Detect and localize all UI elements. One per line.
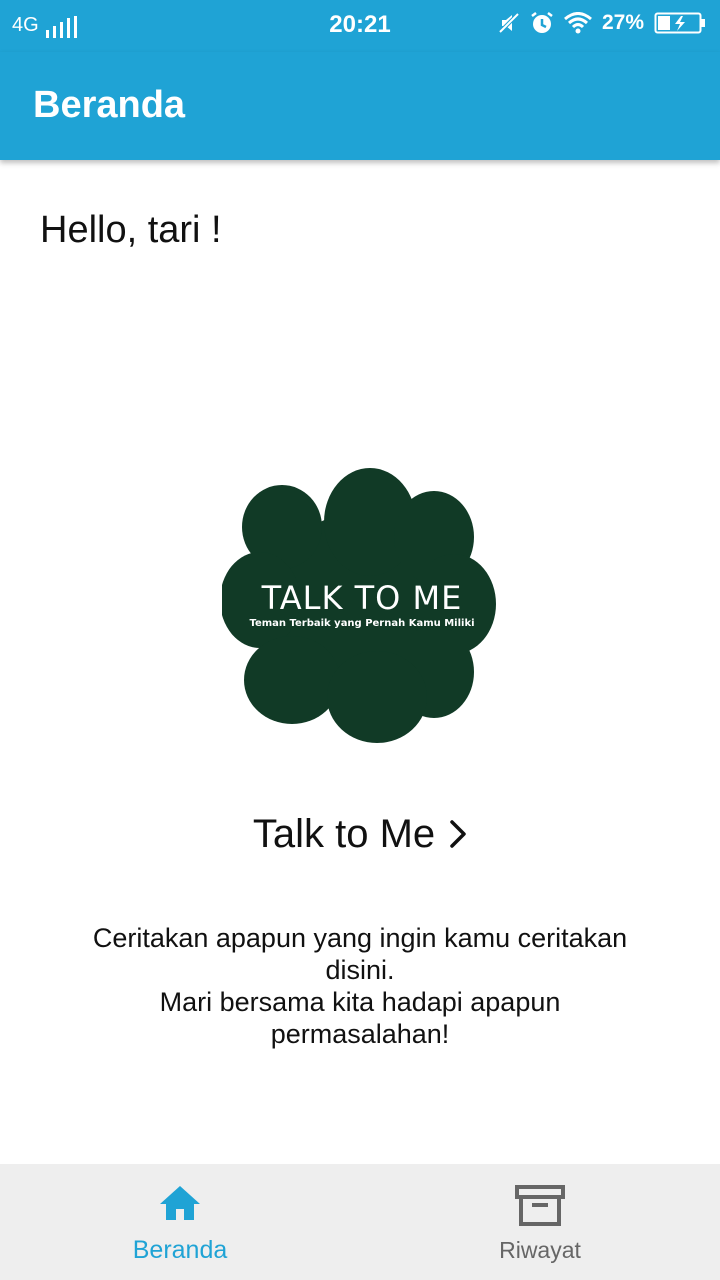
- wifi-icon: [564, 12, 592, 34]
- archive-icon: [515, 1185, 565, 1226]
- home-icon: [160, 1186, 200, 1220]
- status-right: 27%: [498, 11, 706, 35]
- greeting-text: Hello, tari !: [40, 209, 222, 251]
- talk-to-me-button[interactable]: Talk to Me: [0, 806, 720, 862]
- nav-label-beranda: Beranda: [132, 1236, 228, 1264]
- description-line-1: Ceritakan apapun yang ingin kamu ceritak…: [92, 923, 628, 985]
- app-bar: Beranda: [0, 52, 720, 160]
- alarm-icon: [531, 12, 553, 33]
- status-bar: 4G 20:21 27%: [0, 0, 720, 52]
- bottom-navigation: Beranda Riwayat: [0, 1164, 720, 1280]
- talk-to-me-label: Talk to Me: [252, 811, 436, 856]
- battery-percent: 27%: [601, 11, 644, 34]
- logo-tagline: Teman Terbaik yang Pernah Kamu Miliki: [249, 618, 474, 629]
- mute-icon: [498, 12, 520, 34]
- nav-label-riwayat: Riwayat: [499, 1237, 581, 1263]
- logo-title: TALK TO ME: [261, 579, 463, 617]
- battery-charging-icon: [654, 12, 705, 34]
- chevron-right-icon: [450, 820, 466, 848]
- nav-item-beranda[interactable]: Beranda: [0, 1164, 360, 1280]
- description-line-2: Mari bersama kita hadapi apapun permasal…: [159, 987, 561, 1049]
- app-bar-title: Beranda: [33, 84, 186, 126]
- talk-to-me-logo: TALK TO ME Teman Terbaik yang Pernah Kam…: [220, 462, 502, 747]
- nav-item-riwayat[interactable]: Riwayat: [360, 1164, 720, 1280]
- description: Ceritakan apapun yang ingin kamu ceritak…: [70, 922, 650, 1050]
